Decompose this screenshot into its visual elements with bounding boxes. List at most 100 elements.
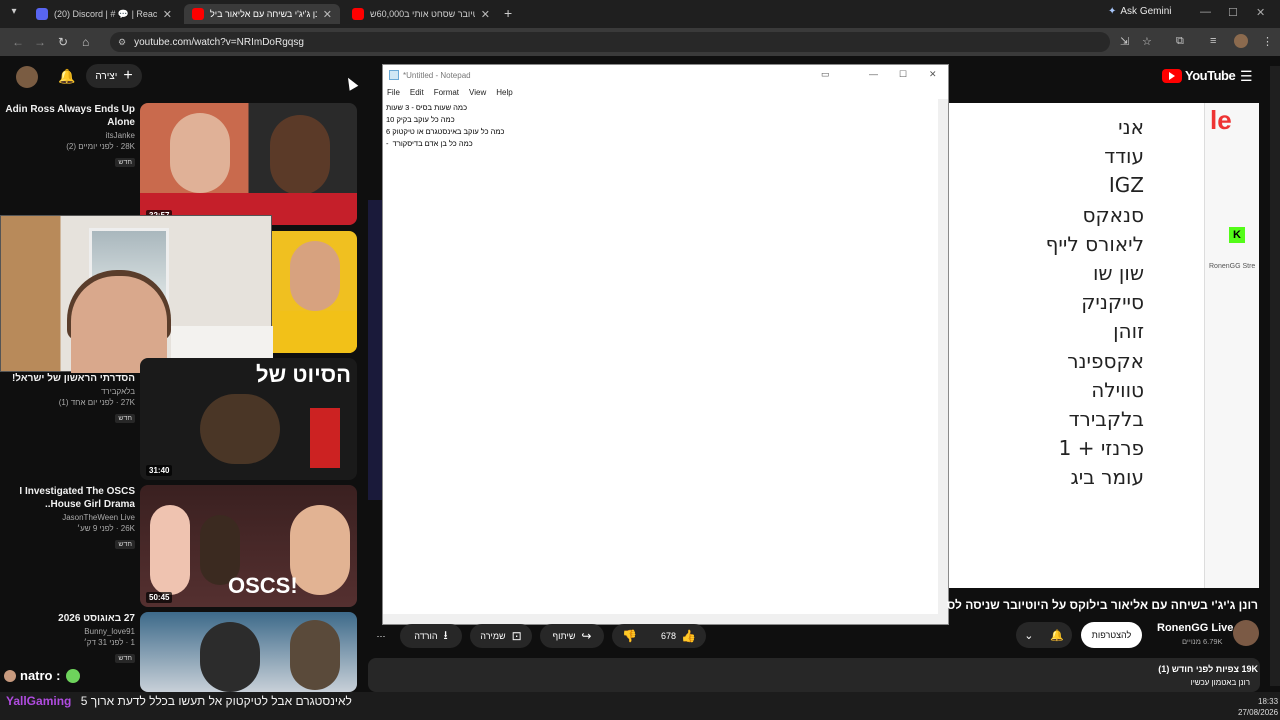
thumb-figure	[150, 505, 190, 595]
video-player-edge	[368, 200, 382, 500]
discord-favicon-icon	[36, 8, 48, 20]
rec-channel[interactable]: Bunny_love91	[0, 627, 135, 636]
more-actions-button[interactable]: ⋯	[370, 624, 392, 648]
channel-avatar[interactable]	[1233, 620, 1259, 646]
join-button[interactable]: להצטרפות	[1081, 622, 1142, 648]
system-clock[interactable]: 18:33 27/08/2026	[1238, 696, 1278, 718]
back-icon[interactable]: ←	[12, 35, 24, 49]
rec-item-5-meta[interactable]: 27 באוגוסט 2026 Bunny_love91 1 · לפני 31…	[0, 612, 135, 665]
menu-edit[interactable]: Edit	[410, 88, 424, 97]
rec-title[interactable]: 27 באוגוסט 2026	[0, 612, 135, 625]
thumb-caption: הסיוט של	[255, 362, 351, 387]
thumb-caption: OSCS!	[228, 573, 298, 598]
menu-view[interactable]: View	[469, 88, 486, 97]
mouse-cursor	[343, 75, 359, 91]
streamer-webcam-overlay	[0, 215, 273, 373]
channel-name[interactable]: RonenGG Live	[1157, 622, 1233, 634]
rec-stats: 1 · לפני 31 דק׳	[83, 638, 135, 647]
menu-help[interactable]: Help	[496, 88, 512, 97]
rec-channel[interactable]: itsJanke	[0, 131, 135, 140]
rec-item-1-meta[interactable]: Adin Ross Always Ends Up Alone itsJanke …	[0, 103, 135, 169]
browser-menu-icon[interactable]: ⋮	[1262, 35, 1273, 48]
download-button[interactable]: הורדה ⭳	[400, 624, 462, 648]
list-item: אני	[1118, 115, 1144, 139]
rec-title[interactable]: I Investigated The OSCS House Girl Drama…	[0, 485, 135, 511]
stream-chat-message: natro :	[4, 668, 81, 683]
snap-icon[interactable]: ▭	[821, 69, 830, 80]
video-title: רונן ג'יג'י בשיחה עם אליאור בילוקס על הי…	[946, 598, 1258, 612]
minimize-icon[interactable]: —	[869, 69, 878, 79]
window-close-icon[interactable]: ✕	[929, 69, 937, 80]
install-app-icon[interactable]: ⇲	[1120, 35, 1129, 48]
notepad-text-area[interactable]: כמה שעות בסיס - 3 שעות 10 כמה כל עוקב בק…	[383, 99, 938, 614]
list-item: IGZ	[1108, 173, 1144, 198]
thumb-figure	[310, 408, 340, 468]
view-count: 19K צפיות לפני חודש (1)	[1158, 664, 1258, 674]
like-button[interactable]: 678 👍	[661, 629, 696, 643]
dislike-icon[interactable]: 👎	[622, 629, 637, 643]
youtube-favicon-icon	[352, 8, 364, 20]
tab-youtube-2[interactable]: היוטיובר שסחט אותי ב60,000ש ✕	[344, 4, 498, 24]
site-info-icon[interactable]: ⚙	[118, 37, 126, 48]
close-icon[interactable]: ✕	[323, 8, 332, 21]
description-box[interactable]	[368, 658, 1260, 692]
ask-gemini-button[interactable]: ✦ Ask Gemini	[1108, 6, 1172, 17]
video-frame[interactable]: אני עודד IGZ סנאקס ליאורס לייף שון שו סי…	[949, 103, 1259, 588]
home-icon[interactable]: ⌂	[82, 35, 89, 49]
kick-icon: K	[1229, 227, 1245, 243]
notepad-line: 6 כמה כל עוקב באינסטגרם או טיקטוק	[386, 127, 505, 136]
rec-channel[interactable]: JasonTheWeen Live	[0, 513, 135, 522]
side-channel-label: RonenGG Stre	[1209, 263, 1256, 270]
bookmark-star-icon[interactable]: ☆	[1142, 35, 1152, 48]
new-tab-button[interactable]: +	[504, 5, 512, 21]
notepad-line: 10 כמה כל עוקב בקיק	[386, 115, 455, 124]
list-item: פרנזי + 1	[1058, 436, 1144, 461]
share-button[interactable]: שיתוף ↪	[540, 624, 604, 648]
like-icon: 👍	[681, 629, 696, 643]
tab-youtube-active[interactable]: רונן ג'יג'י בשיחה עם אליאור ביל ✕	[184, 4, 340, 24]
media-controls-icon[interactable]: ≡	[1210, 35, 1216, 47]
notepad-window[interactable]: *Untitled - Notepad ▭ — ☐ ✕ File Edit Fo…	[382, 64, 949, 625]
rec-title[interactable]: הסדרתי הראשון של ישראל!	[0, 372, 135, 385]
tab-search-icon[interactable]: ▾	[6, 6, 22, 22]
forward-icon[interactable]: →	[34, 35, 46, 49]
account-avatar[interactable]	[16, 66, 38, 88]
create-button[interactable]: יצירה +	[86, 64, 142, 88]
extensions-icon[interactable]: ⧉	[1176, 35, 1184, 48]
rec-thumbnail-1[interactable]: 32:57	[140, 103, 357, 225]
window-close-icon[interactable]: ✕	[1256, 6, 1265, 19]
save-button[interactable]: שמירה ⊡	[470, 624, 532, 648]
rec-stats: 26K · לפני 9 שע׳	[77, 524, 135, 533]
rec-thumbnail-3[interactable]: הסיוט של 31:40	[140, 358, 357, 480]
minimize-icon[interactable]: —	[1200, 6, 1211, 18]
reload-icon[interactable]: ↻	[58, 35, 68, 49]
notepad-vertical-scrollbar[interactable]	[938, 99, 948, 614]
notification-settings-button[interactable]: ⌄ 🔔	[1016, 622, 1072, 648]
maximize-icon[interactable]: ☐	[899, 69, 907, 80]
browser-profile-avatar[interactable]	[1234, 34, 1248, 48]
notepad-line: - כמה כל בן אדם בדיסקורד	[386, 139, 473, 148]
plus-icon: +	[123, 67, 133, 84]
rec-thumbnail-5[interactable]	[140, 612, 357, 692]
notepad-title-bar[interactable]: *Untitled - Notepad	[383, 65, 948, 85]
rec-channel[interactable]: בלאקבירד	[0, 387, 135, 396]
rec-item-3-meta[interactable]: הסדרתי הראשון של ישראל! בלאקבירד 27K · ל…	[0, 372, 135, 425]
rec-thumbnail-4[interactable]: OSCS! 50:45	[140, 485, 357, 607]
close-icon[interactable]: ✕	[163, 8, 172, 21]
menu-hamburger-icon[interactable]: ☰	[1240, 68, 1253, 85]
youtube-logo[interactable]: YouTube	[1162, 68, 1236, 83]
menu-format[interactable]: Format	[434, 88, 459, 97]
maximize-icon[interactable]: ☐	[1228, 6, 1238, 19]
tab-discord[interactable]: (20) Discord | # 💬 | React-te ✕	[28, 4, 180, 24]
browser-tab-bar: ▾ (20) Discord | # 💬 | React-te ✕ רונן ג…	[0, 0, 1280, 28]
close-icon[interactable]: ✕	[481, 8, 490, 21]
youtube-play-icon	[1162, 68, 1182, 83]
menu-file[interactable]: File	[387, 88, 400, 97]
notepad-horizontal-scrollbar[interactable]	[383, 614, 948, 624]
notifications-bell-icon[interactable]: 🔔	[58, 68, 75, 85]
url-field[interactable]: ⚙ youtube.com/watch?v=NRImDoRgqsg	[110, 32, 1110, 52]
page-scrollbar[interactable]	[1270, 66, 1280, 686]
subscriber-count: 6.79K מנויים	[1182, 637, 1223, 646]
rec-title[interactable]: Adin Ross Always Ends Up Alone	[0, 103, 135, 129]
rec-item-4-meta[interactable]: I Investigated The OSCS House Girl Drama…	[0, 485, 135, 551]
